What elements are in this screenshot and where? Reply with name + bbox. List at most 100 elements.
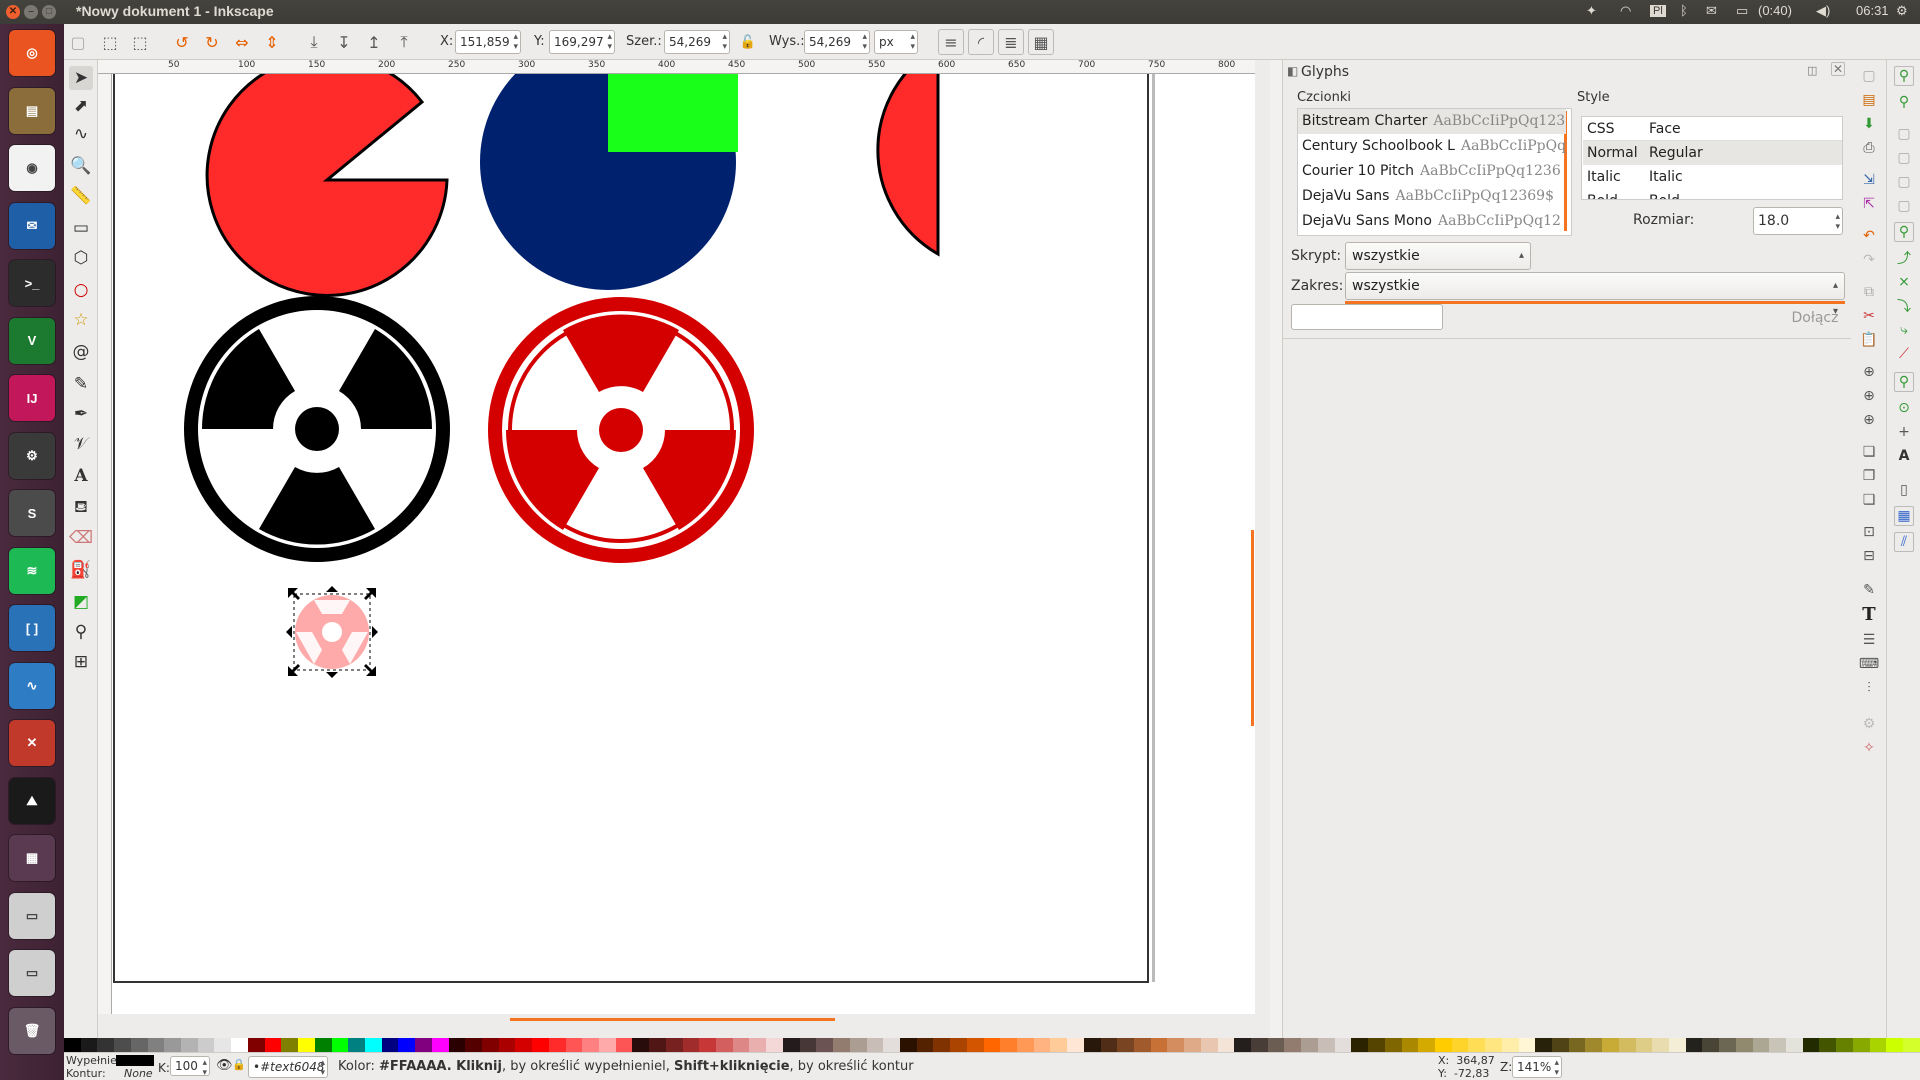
palette-swatch[interactable] [1100,1038,1118,1052]
snap-smooth-icon[interactable]: ⤷ [1894,320,1914,340]
palette-swatch[interactable] [565,1038,583,1052]
palette-swatch[interactable] [1234,1038,1252,1052]
palette-swatch[interactable] [1802,1038,1820,1052]
palette-swatch[interactable] [883,1038,900,1052]
palette-swatch[interactable] [1000,1038,1017,1052]
system-settings-icon[interactable]: ✕ [9,720,55,766]
dropbox-icon[interactable]: ✦ [1586,3,1597,19]
snap-intersection-icon[interactable]: ⨯ [1894,272,1914,292]
red-radiation-symbol[interactable] [488,297,754,563]
palette-swatch[interactable] [1585,1038,1603,1052]
palette-swatch[interactable] [1200,1038,1218,1052]
battery-time[interactable]: (0:40) [1758,3,1792,18]
java-ee-ide-icon[interactable]: ⚙ [9,432,55,479]
palette-swatch[interactable] [1551,1038,1569,1052]
palette-swatch[interactable] [1769,1038,1787,1052]
snap-bbox-midpoint-icon[interactable]: ▢ [1894,172,1914,192]
duplicate-icon[interactable]: ❏ [1859,442,1879,462]
rectangle-tool-icon[interactable]: ▭ [69,216,93,240]
font-list-item[interactable]: DejaVu Sans Mono AaBbCcIiPpQq12 [1302,209,1566,234]
tweak-tool-icon[interactable]: ∿ [69,122,93,146]
palette-swatch[interactable] [1468,1038,1486,1052]
xml-editor-icon[interactable]: ⌨ [1859,654,1879,674]
snap-cusp-icon[interactable]: ⤵ [1894,296,1914,316]
pen-tool-icon[interactable]: ✒ [69,402,93,426]
opacity-input[interactable]: 100 ▴ ▾ [170,1056,210,1078]
preferences-icon[interactable]: ⚙ [1859,714,1879,734]
palette-swatch[interactable] [331,1038,349,1052]
scale-stroke-icon[interactable]: ≡ [938,29,964,55]
font-list[interactable]: Bitstream Charter AaBbCcIiPpQq1236 Century… [1297,108,1572,236]
dropper-tool-icon[interactable]: ⚲ [69,620,93,644]
palette-swatch[interactable] [314,1038,332,1052]
palette-swatch[interactable] [398,1038,416,1052]
palette-swatch[interactable] [1418,1038,1435,1052]
palette-swatch[interactable] [1317,1038,1335,1052]
palette-swatch[interactable] [1602,1038,1619,1052]
rotate-cw-icon[interactable]: ↻ [202,32,222,52]
palette-swatch[interactable] [899,1038,917,1052]
vertical-scrollbar[interactable] [1255,60,1270,1038]
eraser-tool-icon[interactable]: ⌫ [69,526,93,550]
palette-swatch[interactable] [1886,1038,1904,1052]
chrome-icon[interactable]: ◉ [9,145,55,191]
palette-swatch[interactable] [1284,1038,1302,1052]
palette-swatch[interactable] [214,1038,232,1052]
raise-to-top-icon[interactable]: ⤒ [394,32,414,52]
palette-swatch[interactable] [515,1038,533,1052]
palette-swatch[interactable] [682,1038,700,1052]
palette-swatch[interactable] [498,1038,516,1052]
palette-swatch[interactable] [950,1038,967,1052]
palette-swatch[interactable] [1184,1038,1201,1052]
css-column-header[interactable]: CSS [1587,117,1615,141]
export-icon[interactable]: ⇱ [1859,194,1879,214]
palette-swatch[interactable] [532,1038,549,1052]
open-icon[interactable]: ▤ [1859,90,1879,110]
palette-swatch[interactable] [1301,1038,1318,1052]
unit-select[interactable]: px ▴ ▾ [874,30,918,54]
layer-select[interactable]: •#text6048 ▴ ▾ [248,1056,328,1078]
transform-gradient-icon[interactable]: ≣ [998,29,1024,55]
style-list-item[interactable]: Bold Bold [1583,189,1842,199]
palette-swatch[interactable] [933,1038,951,1052]
range-select[interactable]: wszystkie ▴ ▾ [1345,272,1845,317]
palette-swatch[interactable] [1434,1038,1452,1052]
style-list-item[interactable]: Normal Regular [1583,141,1842,165]
zoom-selection-icon[interactable]: ⊕ [1859,362,1879,382]
snap-path-icon[interactable]: ⤴ [1894,248,1914,268]
palette-swatch[interactable] [481,1038,499,1052]
snap-others-icon[interactable]: ⚲ [1894,372,1914,392]
palette-swatch[interactable] [465,1038,482,1052]
palette-swatch[interactable] [582,1038,599,1052]
sublime-icon[interactable]: S [9,490,55,536]
star-tool-icon[interactable]: ☆ [69,308,93,332]
palette-swatch[interactable] [1050,1038,1068,1052]
green-quarter-shape[interactable] [608,74,738,152]
rotate-ccw-icon[interactable]: ↺ [172,32,192,52]
palette-swatch[interactable] [1518,1038,1536,1052]
palette-swatch[interactable] [1451,1038,1469,1052]
font-list-item[interactable]: Bitstream Charter AaBbCcIiPpQq1236 [1298,109,1566,134]
node-tool-icon[interactable]: ⬈ [69,94,93,118]
palette-swatch[interactable] [448,1038,466,1052]
inkscape-icon[interactable]: ⛰ [9,777,55,824]
layer-lock-icon[interactable]: 🔒 [232,1058,246,1071]
maximize-window-button[interactable]: □ [42,5,56,19]
raise-icon[interactable]: ↥ [364,32,384,52]
paste-icon[interactable]: 📋 [1859,330,1879,350]
flip-vertical-icon[interactable]: ⇕ [262,32,282,52]
ellipse-tool-icon[interactable]: ○ [69,278,93,302]
horizontal-scroll-thumb[interactable] [510,1018,835,1021]
terminal-icon[interactable]: >_ [9,260,55,306]
cut-icon[interactable]: ✂ [1859,306,1879,326]
palette-swatch[interactable] [147,1038,165,1052]
snap-rotation-center-icon[interactable]: + [1894,422,1914,442]
palette-swatch[interactable] [1485,1038,1502,1052]
palette-swatch[interactable] [1869,1038,1887,1052]
drive-icon[interactable]: ▭ [9,892,55,939]
palette-swatch[interactable] [1501,1038,1519,1052]
palette-swatch[interactable] [649,1038,666,1052]
palette-swatch[interactable] [1401,1038,1419,1052]
palette-swatch[interactable] [1067,1038,1084,1052]
new-icon[interactable]: ▢ [1859,66,1879,86]
